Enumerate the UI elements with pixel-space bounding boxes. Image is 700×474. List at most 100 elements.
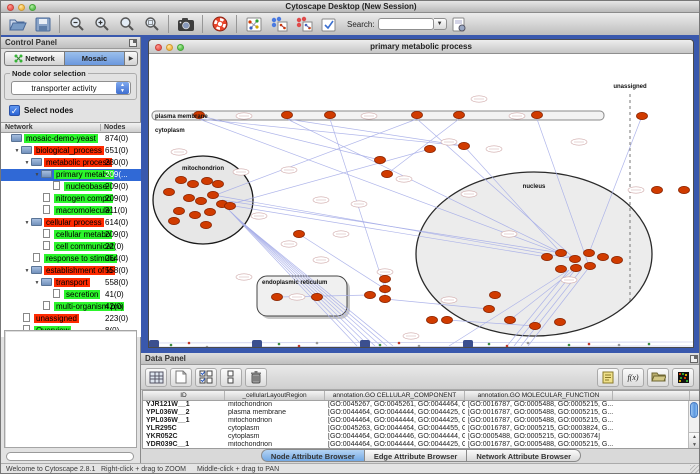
tree-row[interactable]: response to stimulu264(0)	[1, 253, 141, 265]
graph-node[interactable]	[312, 293, 323, 300]
table-cell[interactable]: plasma membrane	[225, 409, 325, 417]
disclosure-triangle-icon[interactable]: ▼	[13, 145, 21, 157]
notes-button[interactable]	[597, 368, 619, 387]
graph-node[interactable]	[637, 112, 648, 119]
graph-node[interactable]	[188, 180, 199, 187]
tree-header-nodes[interactable]: Nodes	[100, 124, 125, 131]
tree-row[interactable]: ▼biological_process651(0)	[1, 145, 141, 157]
graph-node[interactable]	[272, 293, 283, 300]
tree-row[interactable]: secretion41(0)	[1, 289, 141, 301]
table-cell[interactable]: YDR039C__1	[143, 441, 225, 449]
table-row[interactable]: YLR295Ccytoplasm[GO:0045263, GO:0044464,…	[143, 425, 699, 433]
tree-row[interactable]: nitrogen compo209(0)	[1, 193, 141, 205]
table-cell[interactable]: [GO:0044464, GO:0044446, GO:0044444, G..…	[325, 433, 465, 441]
tree-row[interactable]: ▼transport558(0)	[1, 277, 141, 289]
network-canvas[interactable]: plasma membranecytoplasmmitochondrionnuc…	[149, 54, 693, 347]
tree-header-network[interactable]: Network	[5, 124, 33, 131]
tab-edge-attribute-browser[interactable]: Edge Attribute Browser	[365, 449, 467, 462]
table-cell[interactable]: [GO:0016787, GO:0005488, GO:0005215, G..…	[465, 401, 613, 409]
column-header[interactable]: annotation.GO CELLULAR_COMPONENT	[325, 391, 465, 400]
scrollbar-thumb[interactable]	[690, 402, 698, 418]
tree-row[interactable]: multi-organism pro42(0)	[1, 301, 141, 313]
table-cell[interactable]: [GO:0005488, GO:0005215, GO:0003674]	[465, 433, 613, 441]
graph-node[interactable]	[380, 275, 391, 282]
graph-node[interactable]	[679, 186, 690, 193]
graph-node[interactable]	[532, 111, 543, 118]
table-cell[interactable]: cytoplasm	[225, 425, 325, 433]
heatmap-button[interactable]	[672, 368, 694, 387]
search-input[interactable]	[378, 18, 434, 30]
tree-row[interactable]: mosaic-demo-yeast874(0)	[1, 133, 141, 145]
tab-network[interactable]: Network	[4, 51, 64, 66]
table-cell[interactable]: YJR121W__1	[143, 401, 225, 409]
disclosure-triangle-icon[interactable]: ▼	[33, 169, 41, 181]
tree-row[interactable]: ▼establishment of lo558(0)	[1, 265, 141, 277]
table-cell[interactable]	[613, 441, 690, 449]
create-network-view-button[interactable]	[241, 14, 266, 35]
search-options-button[interactable]	[447, 14, 472, 35]
graph-node[interactable]	[375, 156, 386, 163]
snapshot-button[interactable]	[173, 14, 198, 35]
column-header[interactable]: _cellularLayoutRegion	[225, 391, 325, 400]
table-cell[interactable]: [GO:0016787, GO:0005488, GO:0005215, G..…	[465, 409, 613, 417]
network-graph[interactable]: plasma membranecytoplasmmitochondrionnuc…	[149, 54, 693, 347]
table-cell[interactable]: [GO:0045263, GO:0044464, GO:0044455, G..…	[325, 425, 465, 433]
disclosure-triangle-icon[interactable]: ▼	[23, 217, 31, 229]
graph-node[interactable]	[505, 316, 516, 323]
tree-row[interactable]: unassigned223(0)	[1, 313, 141, 325]
tree-row[interactable]: cell communicat22(0)	[1, 241, 141, 253]
table-vertical-scrollbar[interactable]: ▲▼	[688, 401, 699, 448]
graph-node[interactable]	[164, 188, 175, 195]
tab-network-attribute-browser[interactable]: Network Attribute Browser	[467, 449, 581, 462]
table-cell[interactable]	[613, 417, 690, 425]
graph-node[interactable]	[201, 221, 212, 228]
graph-node[interactable]	[282, 111, 293, 118]
disclosure-triangle-icon[interactable]: ▼	[33, 277, 41, 289]
graph-node[interactable]	[570, 255, 581, 262]
table-cell[interactable]: mitochondrion	[225, 417, 325, 425]
graph-node[interactable]	[412, 111, 423, 118]
tree-row[interactable]: cellular metabo209(0)	[1, 229, 141, 241]
tree-row[interactable]: ▼cellular process614(0)	[1, 217, 141, 229]
select-nodes-checkbox[interactable]: ✓	[9, 105, 20, 116]
graph-node[interactable]	[454, 111, 465, 118]
select-attributes-button[interactable]	[195, 368, 217, 387]
column-header[interactable]: annotation.GO MOLECULAR_FUNCTION	[465, 391, 613, 400]
graph-node[interactable]	[196, 197, 207, 204]
table-cell[interactable]: YLR295C	[143, 425, 225, 433]
graph-node[interactable]	[585, 262, 596, 269]
zoom-selected-button[interactable]	[139, 14, 164, 35]
vizmapper-grid-button[interactable]	[291, 14, 316, 35]
graph-node[interactable]	[425, 145, 436, 152]
float-panel-icon[interactable]	[690, 355, 698, 363]
table-cell[interactable]: [GO:0044464, GO:0044444, GO:0044425, G..…	[325, 417, 465, 425]
tree-row[interactable]: ▼primary metabo209(...	[1, 169, 141, 181]
table-cell[interactable]: YKR052C	[143, 433, 225, 441]
table-cell[interactable]: [GO:0016787, GO:0005488, GO:0005215, G..…	[465, 417, 613, 425]
graph-node[interactable]	[484, 305, 495, 312]
graph-node[interactable]	[442, 316, 453, 323]
help-button[interactable]	[207, 14, 232, 35]
tree-row[interactable]: macromolecule311(0)	[1, 205, 141, 217]
open-file-button[interactable]	[5, 14, 30, 35]
table-cell[interactable]	[613, 433, 690, 441]
table-cell[interactable]: [GO:0016787, GO:0005215, GO:0003824, G..…	[465, 425, 613, 433]
graph-node[interactable]	[294, 230, 305, 237]
graph-node[interactable]	[584, 249, 595, 256]
graph-node[interactable]	[225, 202, 236, 209]
graph-node[interactable]	[556, 249, 567, 256]
table-row[interactable]: YPL036W__2plasma membrane[GO:0044464, GO…	[143, 409, 699, 417]
tree-row[interactable]: ▼metabolic process280(0)	[1, 157, 141, 169]
graph-node[interactable]	[652, 186, 663, 193]
table-cell[interactable]: [GO:0016787, GO:0005488, GO:0005215, G..…	[465, 441, 613, 449]
graph-node[interactable]	[202, 177, 213, 184]
table-row[interactable]: YDR039C__1mitochondrion[GO:0044464, GO:0…	[143, 441, 699, 449]
tab-mosaic[interactable]: Mosaic	[64, 51, 124, 66]
graph-node[interactable]	[556, 265, 567, 272]
table-cell[interactable]: cytoplasm	[225, 433, 325, 441]
table-cell[interactable]: [GO:0044464, GO:0044444, GO:0044425, G..…	[325, 441, 465, 449]
zoom-out-button[interactable]	[64, 14, 89, 35]
graph-node[interactable]	[213, 180, 224, 187]
column-header[interactable]: ID	[143, 391, 225, 400]
resize-grip[interactable]	[690, 465, 700, 474]
